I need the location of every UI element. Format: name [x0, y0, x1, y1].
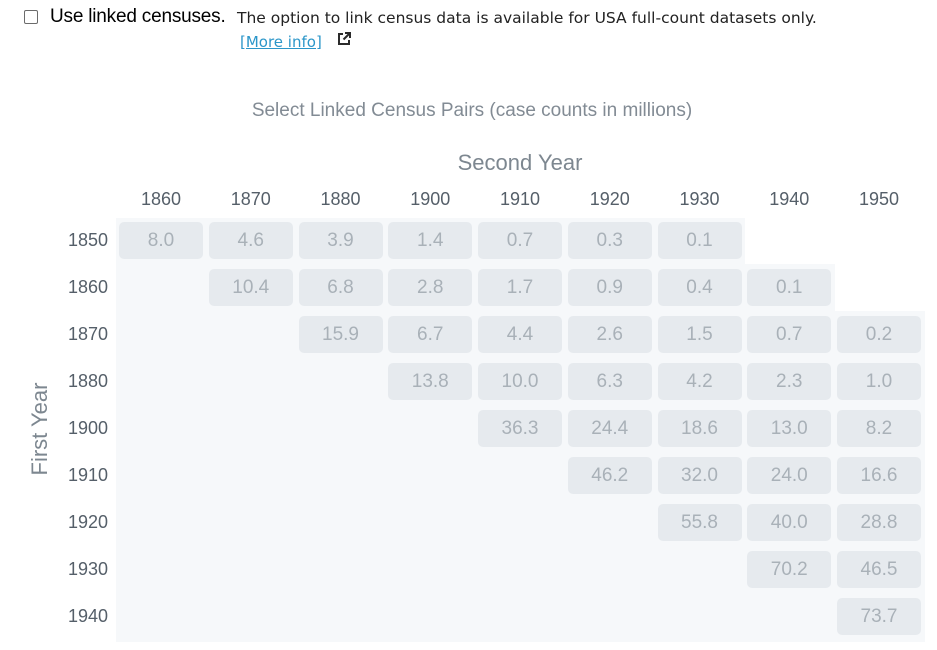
external-link-icon[interactable] [336, 31, 352, 47]
grid-corner [745, 218, 925, 264]
more-info-link[interactable]: [More info] [240, 33, 322, 51]
pair-cell-1900-1940[interactable]: 13.0 [747, 410, 832, 447]
column-header-1950: 1950 [858, 189, 900, 209]
row-header-1880: 1880 [67, 371, 109, 391]
pair-cell-1880-1900[interactable]: 13.8 [388, 363, 473, 400]
column-header-1900: 1900 [410, 189, 451, 209]
second-year-axis-label: Second Year [457, 150, 583, 175]
pair-cell-1870-1900[interactable]: 6.7 [388, 316, 473, 353]
pair-cell-1910-1920[interactable]: 46.2 [567, 457, 652, 494]
pair-cell-1870-1940[interactable]: 0.7 [747, 316, 832, 353]
pair-cell-1900-1910[interactable]: 36.3 [478, 410, 562, 447]
column-header-1940: 1940 [769, 189, 810, 209]
pair-cell-1880-1910[interactable]: 10.0 [478, 363, 562, 400]
pair-cell-1860-1870[interactable]: 10.4 [208, 269, 293, 306]
column-header-1870: 1870 [230, 189, 271, 209]
pair-cell-1880-1930[interactable]: 4.2 [657, 363, 742, 400]
pair-cell-1880-1950[interactable]: 1.0 [837, 363, 921, 400]
pair-cell-1920-1940[interactable]: 40.0 [747, 504, 832, 541]
pair-cell-1860-1920[interactable]: 0.9 [567, 269, 652, 306]
use-linked-censuses-label[interactable]: Use linked censuses. [50, 6, 226, 28]
first-year-axis-label: First Year [27, 382, 52, 476]
pair-cell-1940-1950[interactable]: 73.7 [837, 598, 921, 635]
pair-cell-1930-1940[interactable]: 70.2 [747, 551, 832, 588]
row-header-1850: 1850 [67, 230, 109, 250]
row-header-1860: 1860 [67, 277, 109, 297]
pair-cell-1900-1920[interactable]: 24.4 [567, 410, 652, 447]
pair-cell-1880-1940[interactable]: 2.3 [747, 363, 832, 400]
pair-cell-1860-1900[interactable]: 2.8 [388, 269, 473, 306]
row-header-1940: 1940 [67, 606, 109, 626]
pair-cell-1850-1870[interactable]: 4.6 [208, 222, 293, 259]
column-header-1930: 1930 [679, 189, 720, 209]
pair-cell-1870-1910[interactable]: 4.4 [478, 316, 562, 353]
pair-cell-1850-1900[interactable]: 1.4 [388, 222, 473, 259]
row-header-1870: 1870 [67, 324, 109, 344]
row-header-1930: 1930 [67, 559, 109, 579]
linked-census-description: The option to link census data is availa… [237, 9, 817, 27]
grid-corner [835, 264, 925, 311]
pair-cell-1870-1930[interactable]: 1.5 [657, 316, 742, 353]
row-header-1910: 1910 [67, 465, 109, 485]
pair-cell-1900-1930[interactable]: 18.6 [657, 410, 742, 447]
pair-cell-1900-1950[interactable]: 8.2 [837, 410, 921, 447]
pair-cell-1870-1950[interactable]: 0.2 [837, 316, 921, 353]
pair-cell-1850-1920[interactable]: 0.3 [567, 222, 652, 259]
pair-cell-1850-1860[interactable]: 8.0 [119, 222, 203, 259]
pair-cell-1860-1910[interactable]: 1.7 [478, 269, 562, 306]
pair-cell-1910-1950[interactable]: 16.6 [837, 457, 921, 494]
column-header-1910: 1910 [499, 189, 541, 209]
pair-cell-1870-1920[interactable]: 2.6 [567, 316, 652, 353]
pair-cell-1850-1910[interactable]: 0.7 [478, 222, 562, 259]
pair-cell-1920-1930[interactable]: 55.8 [657, 504, 742, 541]
pair-cell-1910-1940[interactable]: 24.0 [747, 457, 832, 494]
column-header-1920: 1920 [589, 189, 630, 209]
pair-cell-1850-1880[interactable]: 3.9 [298, 222, 383, 259]
pair-cell-1860-1880[interactable]: 6.8 [298, 269, 383, 306]
column-header-1880: 1880 [320, 189, 361, 209]
row-header-1920: 1920 [67, 512, 109, 532]
use-linked-censuses-checkbox[interactable] [24, 10, 38, 24]
pair-cell-1860-1940[interactable]: 0.1 [747, 269, 832, 306]
pair-cell-1910-1930[interactable]: 32.0 [657, 457, 742, 494]
pair-cell-1870-1880[interactable]: 15.9 [298, 316, 383, 353]
pair-cell-1880-1920[interactable]: 6.3 [567, 363, 652, 400]
pair-cell-1860-1930[interactable]: 0.4 [657, 269, 742, 306]
pair-cell-1850-1930[interactable]: 0.1 [657, 222, 742, 259]
column-header-1860: 1860 [140, 189, 182, 209]
pair-cell-1930-1950[interactable]: 46.5 [837, 551, 921, 588]
pair-cell-1920-1950[interactable]: 28.8 [837, 504, 921, 541]
row-header-1900: 1900 [67, 418, 109, 438]
linked-pairs-title: Select Linked Census Pairs (case counts … [251, 100, 693, 121]
